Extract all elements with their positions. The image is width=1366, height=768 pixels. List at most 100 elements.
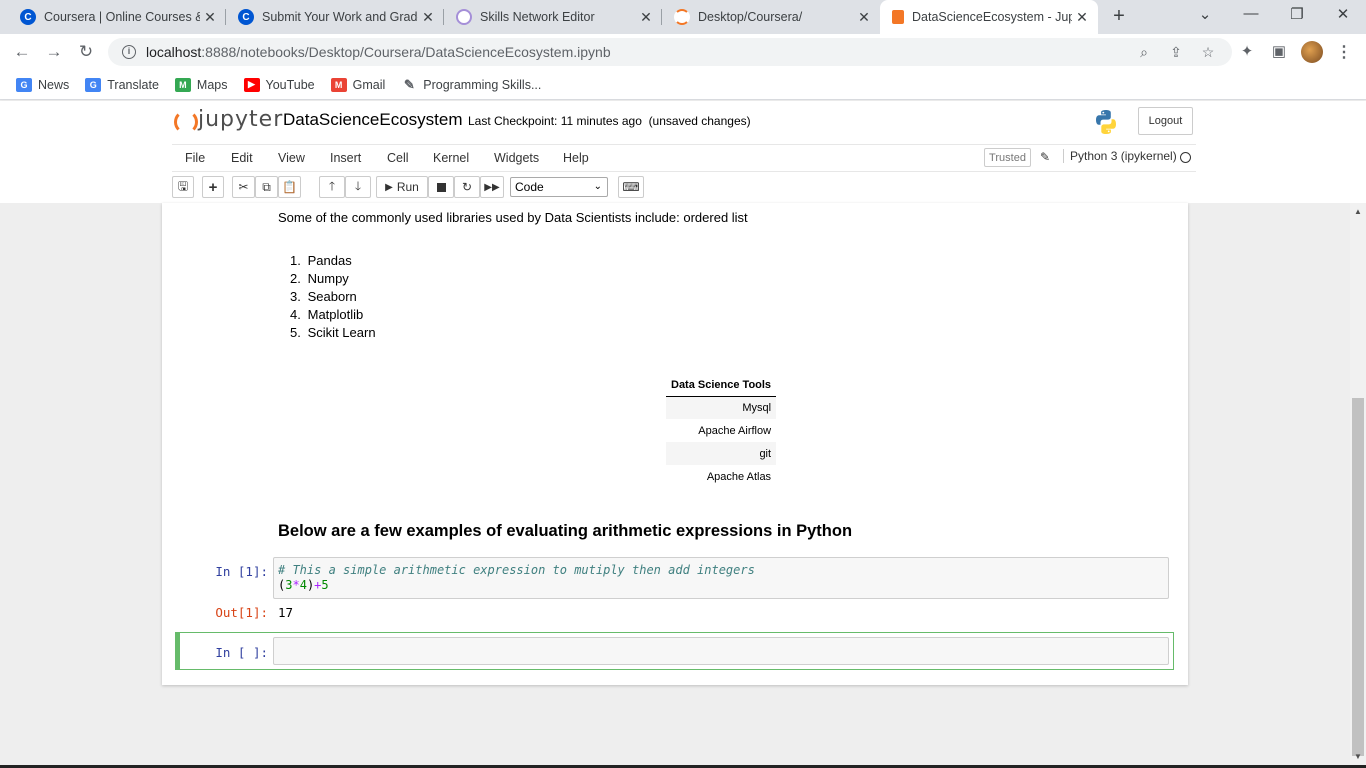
bookmark-maps[interactable]: M Maps <box>174 77 228 92</box>
tab-title: DataScienceEcosystem - Jupy <box>912 10 1072 24</box>
bookmark-programming-skills[interactable]: ✎ Programming Skills... <box>401 77 541 92</box>
interrupt-button[interactable] <box>428 176 454 198</box>
scroll-down-arrow-icon[interactable]: ▼ <box>1350 752 1366 761</box>
coursera-favicon-icon: C <box>20 9 36 25</box>
url-omnibox[interactable]: i localhost:8888/notebooks/Desktop/Cours… <box>108 38 1232 66</box>
bookmarks-bar: G News G Translate M Maps ▶ YouTube M Gm… <box>0 70 1366 100</box>
menu-file[interactable]: File <box>185 151 205 165</box>
bookmark-star-icon[interactable]: ☆ <box>1199 44 1217 61</box>
save-icon: 🖫 <box>177 178 189 193</box>
menu-view[interactable]: View <box>278 151 305 165</box>
close-tab-icon[interactable]: ✕ <box>854 9 874 26</box>
jupyter-favicon-icon <box>674 9 690 25</box>
restart-button[interactable]: ↻ <box>454 176 480 198</box>
table-header: Data Science Tools <box>666 375 777 397</box>
menu-help[interactable]: Help <box>563 151 589 165</box>
table-row: Mysql <box>666 396 777 419</box>
side-panel-icon[interactable]: ▣ <box>1269 42 1289 60</box>
play-icon: ▶ <box>385 181 393 193</box>
paste-icon: 📋 <box>282 180 297 194</box>
coursera-favicon-icon: C <box>238 9 254 25</box>
fast-forward-icon: ▶▶ <box>484 181 500 193</box>
code-line: (3*4)+5 <box>278 578 329 592</box>
skills-network-favicon-icon <box>456 9 472 25</box>
minimize-icon[interactable]: — <box>1239 5 1263 22</box>
share-icon[interactable]: ⇪ <box>1167 44 1185 61</box>
code-cell-2-editor[interactable] <box>273 637 1169 665</box>
menu-insert[interactable]: Insert <box>330 151 361 165</box>
kernel-name[interactable]: Python 3 (ipykernel) <box>1063 149 1177 163</box>
paste-button[interactable]: 📋 <box>278 176 301 198</box>
browser-tab-2[interactable]: C Submit Your Work and Grade ✕ <box>226 0 444 34</box>
address-bar: ← → ↻ i localhost:8888/notebooks/Desktop… <box>0 34 1366 70</box>
menu-kernel[interactable]: Kernel <box>433 151 469 165</box>
checkpoint-status: Last Checkpoint: 11 minutes ago (unsaved… <box>468 114 751 128</box>
browser-tab-5-active[interactable]: DataScienceEcosystem - Jupy ✕ <box>880 0 1098 34</box>
scissors-icon: ✂ <box>238 180 249 194</box>
keyboard-icon: ⌨ <box>622 180 640 194</box>
browser-tab-1[interactable]: C Coursera | Online Courses & ✕ <box>0 0 226 34</box>
reload-icon[interactable]: ↻ <box>75 41 97 63</box>
menu-cell[interactable]: Cell <box>387 151 409 165</box>
list-item: 5. Scikit Learn <box>290 325 376 340</box>
site-info-icon[interactable]: i <box>122 45 136 59</box>
jupyter-logo-icon <box>174 108 194 132</box>
forward-arrow-icon[interactable]: → <box>43 41 65 63</box>
close-window-icon[interactable]: ✕ <box>1331 5 1355 23</box>
tab-search-chevron-icon[interactable]: ⌄ <box>1193 5 1217 23</box>
insert-cell-button[interactable]: + <box>202 176 224 198</box>
logout-button[interactable]: Logout <box>1138 107 1193 135</box>
jupyter-logo[interactable]: jupyter <box>174 107 283 132</box>
close-tab-icon[interactable]: ✕ <box>1072 9 1092 26</box>
close-tab-icon[interactable]: ✕ <box>636 9 656 26</box>
new-tab-plus-icon[interactable]: + <box>1108 6 1130 28</box>
table-row: Apache Airflow <box>698 424 772 437</box>
table-row: git <box>666 442 777 465</box>
back-arrow-icon[interactable]: ← <box>11 41 33 63</box>
scroll-up-arrow-icon[interactable]: ▲ <box>1350 207 1366 216</box>
section-heading: Below are a few examples of evaluating a… <box>278 522 853 540</box>
trusted-indicator[interactable]: Trusted <box>984 148 1031 167</box>
bookmark-youtube[interactable]: ▶ YouTube <box>243 77 315 92</box>
data-science-tools-table: Data Science Tools Mysql Apache Airflow … <box>666 375 777 488</box>
list-item: 4. Matplotlib <box>290 307 364 322</box>
news-icon: G <box>16 77 32 92</box>
url-text[interactable]: localhost:8888/notebooks/Desktop/Courser… <box>146 44 611 60</box>
bookmark-translate[interactable]: G Translate <box>85 77 159 92</box>
python-logo-icon <box>1096 110 1116 134</box>
input-prompt: In [ ]: <box>215 645 268 660</box>
browser-tab-3[interactable]: Skills Network Editor ✕ <box>444 0 662 34</box>
menu-edit[interactable]: Edit <box>231 151 253 165</box>
browser-menu-icon[interactable]: ⋮ <box>1336 42 1352 62</box>
copy-button[interactable]: ⧉ <box>255 176 278 198</box>
table-row: Apache Atlas <box>706 470 772 483</box>
menu-widgets[interactable]: Widgets <box>494 151 539 165</box>
move-down-button[interactable]: 🡓 <box>345 176 371 198</box>
tab-title: Skills Network Editor <box>480 10 595 24</box>
close-tab-icon[interactable]: ✕ <box>418 9 438 26</box>
save-button[interactable]: 🖫 <box>172 176 194 198</box>
restart-run-all-button[interactable]: ▶▶ <box>480 176 504 198</box>
notebook-name[interactable]: DataScienceEcosystem <box>283 110 463 130</box>
move-up-button[interactable]: 🡑 <box>319 176 345 198</box>
list-item: 3. Seaborn <box>290 289 357 304</box>
notebook-container: Some of the commonly used libraries used… <box>162 203 1188 685</box>
restore-icon[interactable]: ❐ <box>1285 5 1309 23</box>
page-scrollbar[interactable]: ▲ ▼ <box>1350 203 1366 768</box>
cell-type-select[interactable]: Code ⌄ <box>510 177 608 197</box>
list-item: 1. Pandas <box>290 253 352 268</box>
markdown-intro-text: Some of the commonly used libraries used… <box>278 210 748 225</box>
run-button[interactable]: ▶ Run <box>376 176 428 198</box>
cut-button[interactable]: ✂ <box>232 176 255 198</box>
close-tab-icon[interactable]: ✕ <box>200 9 220 26</box>
bookmark-news[interactable]: G News <box>16 77 69 92</box>
zoom-icon[interactable]: ⌕ <box>1135 44 1153 61</box>
bookmark-gmail[interactable]: M Gmail <box>330 77 385 92</box>
command-palette-button[interactable]: ⌨ <box>618 176 644 198</box>
profile-avatar[interactable] <box>1301 41 1323 63</box>
programming-skills-icon: ✎ <box>401 77 418 92</box>
scrollbar-thumb[interactable] <box>1352 398 1364 756</box>
browser-tab-4[interactable]: Desktop/Coursera/ ✕ <box>662 0 880 34</box>
code-cell-1-editor[interactable]: # This a simple arithmetic expression to… <box>273 557 1169 599</box>
extensions-puzzle-icon[interactable]: ✦ <box>1237 42 1257 60</box>
